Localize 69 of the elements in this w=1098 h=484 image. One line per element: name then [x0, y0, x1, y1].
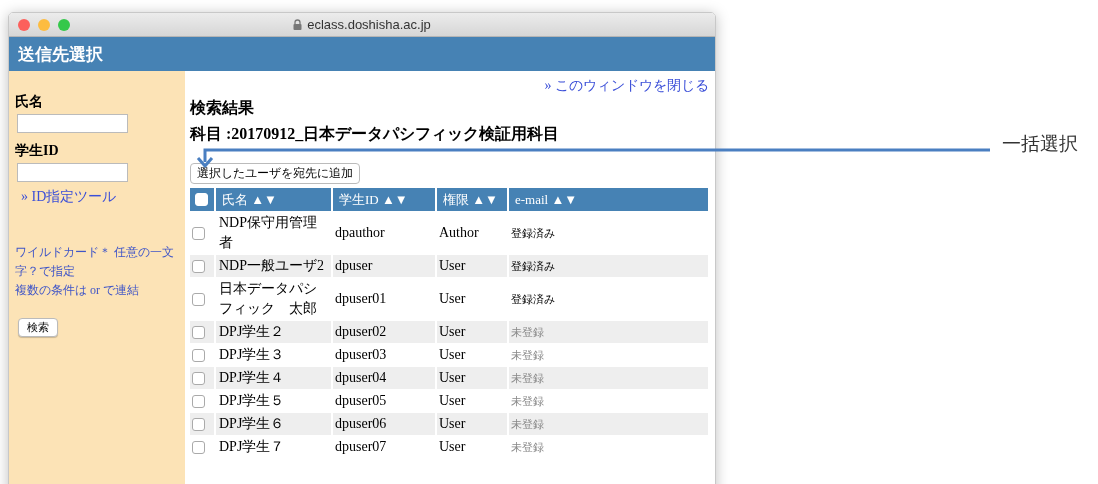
column-header[interactable]: e-mail ▲▼: [509, 188, 708, 211]
role-cell-text: User: [438, 346, 467, 364]
page-title: 送信先選択: [18, 43, 103, 66]
email-status-cell-text: 登録済み: [510, 226, 556, 241]
row-checkbox[interactable]: [192, 259, 205, 273]
email-status-cell: 未登録: [509, 367, 708, 389]
email-status-cell-text: 未登録: [510, 440, 545, 455]
student-id-cell-text: dpuser05: [334, 392, 388, 410]
role-cell: User: [437, 255, 507, 277]
add-recipients-button[interactable]: 選択したユーザを宛先に追加: [190, 163, 360, 184]
email-status-cell-text: 未登録: [510, 394, 545, 409]
results-heading: 検索結果: [190, 98, 254, 118]
name-cell: DPJ学生６: [216, 413, 331, 435]
hint-text: ワイルドカード＊ 任意の一文字？で指定: [15, 244, 175, 280]
name-cell-text: 日本データパシフィック 太郎: [218, 280, 318, 318]
row-checkbox[interactable]: [192, 292, 205, 306]
row-checkbox[interactable]: [192, 325, 205, 339]
row-checkbox[interactable]: [192, 394, 205, 408]
id-tool-link[interactable]: » ID指定ツール: [21, 188, 117, 206]
email-status-cell: 未登録: [509, 413, 708, 435]
name-cell-text: DPJ学生７: [218, 438, 286, 456]
student-id-cell: dpuser: [333, 255, 435, 277]
student-id-cell-text: dpauthor: [334, 224, 386, 242]
email-status-cell-text: 登録済み: [510, 292, 556, 307]
row-checkbox[interactable]: [192, 440, 205, 454]
name-cell: DPJ学生４: [216, 367, 331, 389]
select-all-checkbox[interactable]: [195, 193, 208, 206]
student-id-cell: dpuser02: [333, 321, 435, 343]
student-id-cell-text: dpuser03: [334, 346, 388, 364]
field-label: 学生ID: [15, 142, 59, 160]
column-header[interactable]: 権限 ▲▼: [437, 188, 507, 211]
email-status-cell-text: 未登録: [510, 348, 545, 363]
role-cell-text: User: [438, 438, 467, 456]
lock-icon: [293, 19, 303, 30]
page-url: eclass.doshisha.ac.jp: [307, 17, 431, 32]
search-button[interactable]: 検索: [18, 318, 58, 337]
row-checkbox[interactable]: [192, 348, 205, 362]
student-id-cell: dpuser04: [333, 367, 435, 389]
email-status-cell: 登録済み: [509, 255, 708, 277]
role-cell-text: User: [438, 290, 467, 308]
hint-text: 複数の条件は or で連結: [15, 282, 140, 299]
name-cell: NDP一般ユーザ2: [216, 255, 331, 277]
role-cell-text: User: [438, 392, 467, 410]
row-checkbox[interactable]: [192, 226, 205, 240]
minimize-icon[interactable]: [38, 18, 50, 31]
close-icon[interactable]: [18, 18, 30, 31]
student-id-cell-text: dpuser07: [334, 438, 388, 456]
role-cell: User: [437, 367, 507, 389]
zoom-icon[interactable]: [58, 18, 70, 31]
course-title: 科目 :20170912_日本データパシフィック検証用科目: [190, 124, 560, 144]
name-cell: DPJ学生２: [216, 321, 331, 343]
role-cell-text: Author: [438, 224, 480, 242]
role-cell: User: [437, 413, 507, 435]
input-field[interactable]: [17, 114, 128, 133]
email-status-cell: 未登録: [509, 321, 708, 343]
role-cell: User: [437, 321, 507, 343]
row-checkbox[interactable]: [192, 417, 205, 431]
column-header[interactable]: 学生ID ▲▼: [333, 188, 435, 211]
name-cell-text: DPJ学生５: [218, 392, 286, 410]
close-window-link[interactable]: » このウィンドウを閉じる: [544, 77, 710, 95]
student-id-cell: dpuser06: [333, 413, 435, 435]
student-id-cell-text: dpuser01: [334, 290, 388, 308]
row-checkbox[interactable]: [192, 371, 205, 385]
input-field[interactable]: [17, 163, 128, 182]
name-cell-text: DPJ学生３: [218, 346, 286, 364]
field-label: 氏名: [15, 93, 43, 111]
column-header[interactable]: 氏名 ▲▼: [216, 188, 331, 211]
annotation-label: 一括選択: [1002, 131, 1078, 156]
name-cell-text: NDP保守用管理者: [218, 214, 318, 252]
